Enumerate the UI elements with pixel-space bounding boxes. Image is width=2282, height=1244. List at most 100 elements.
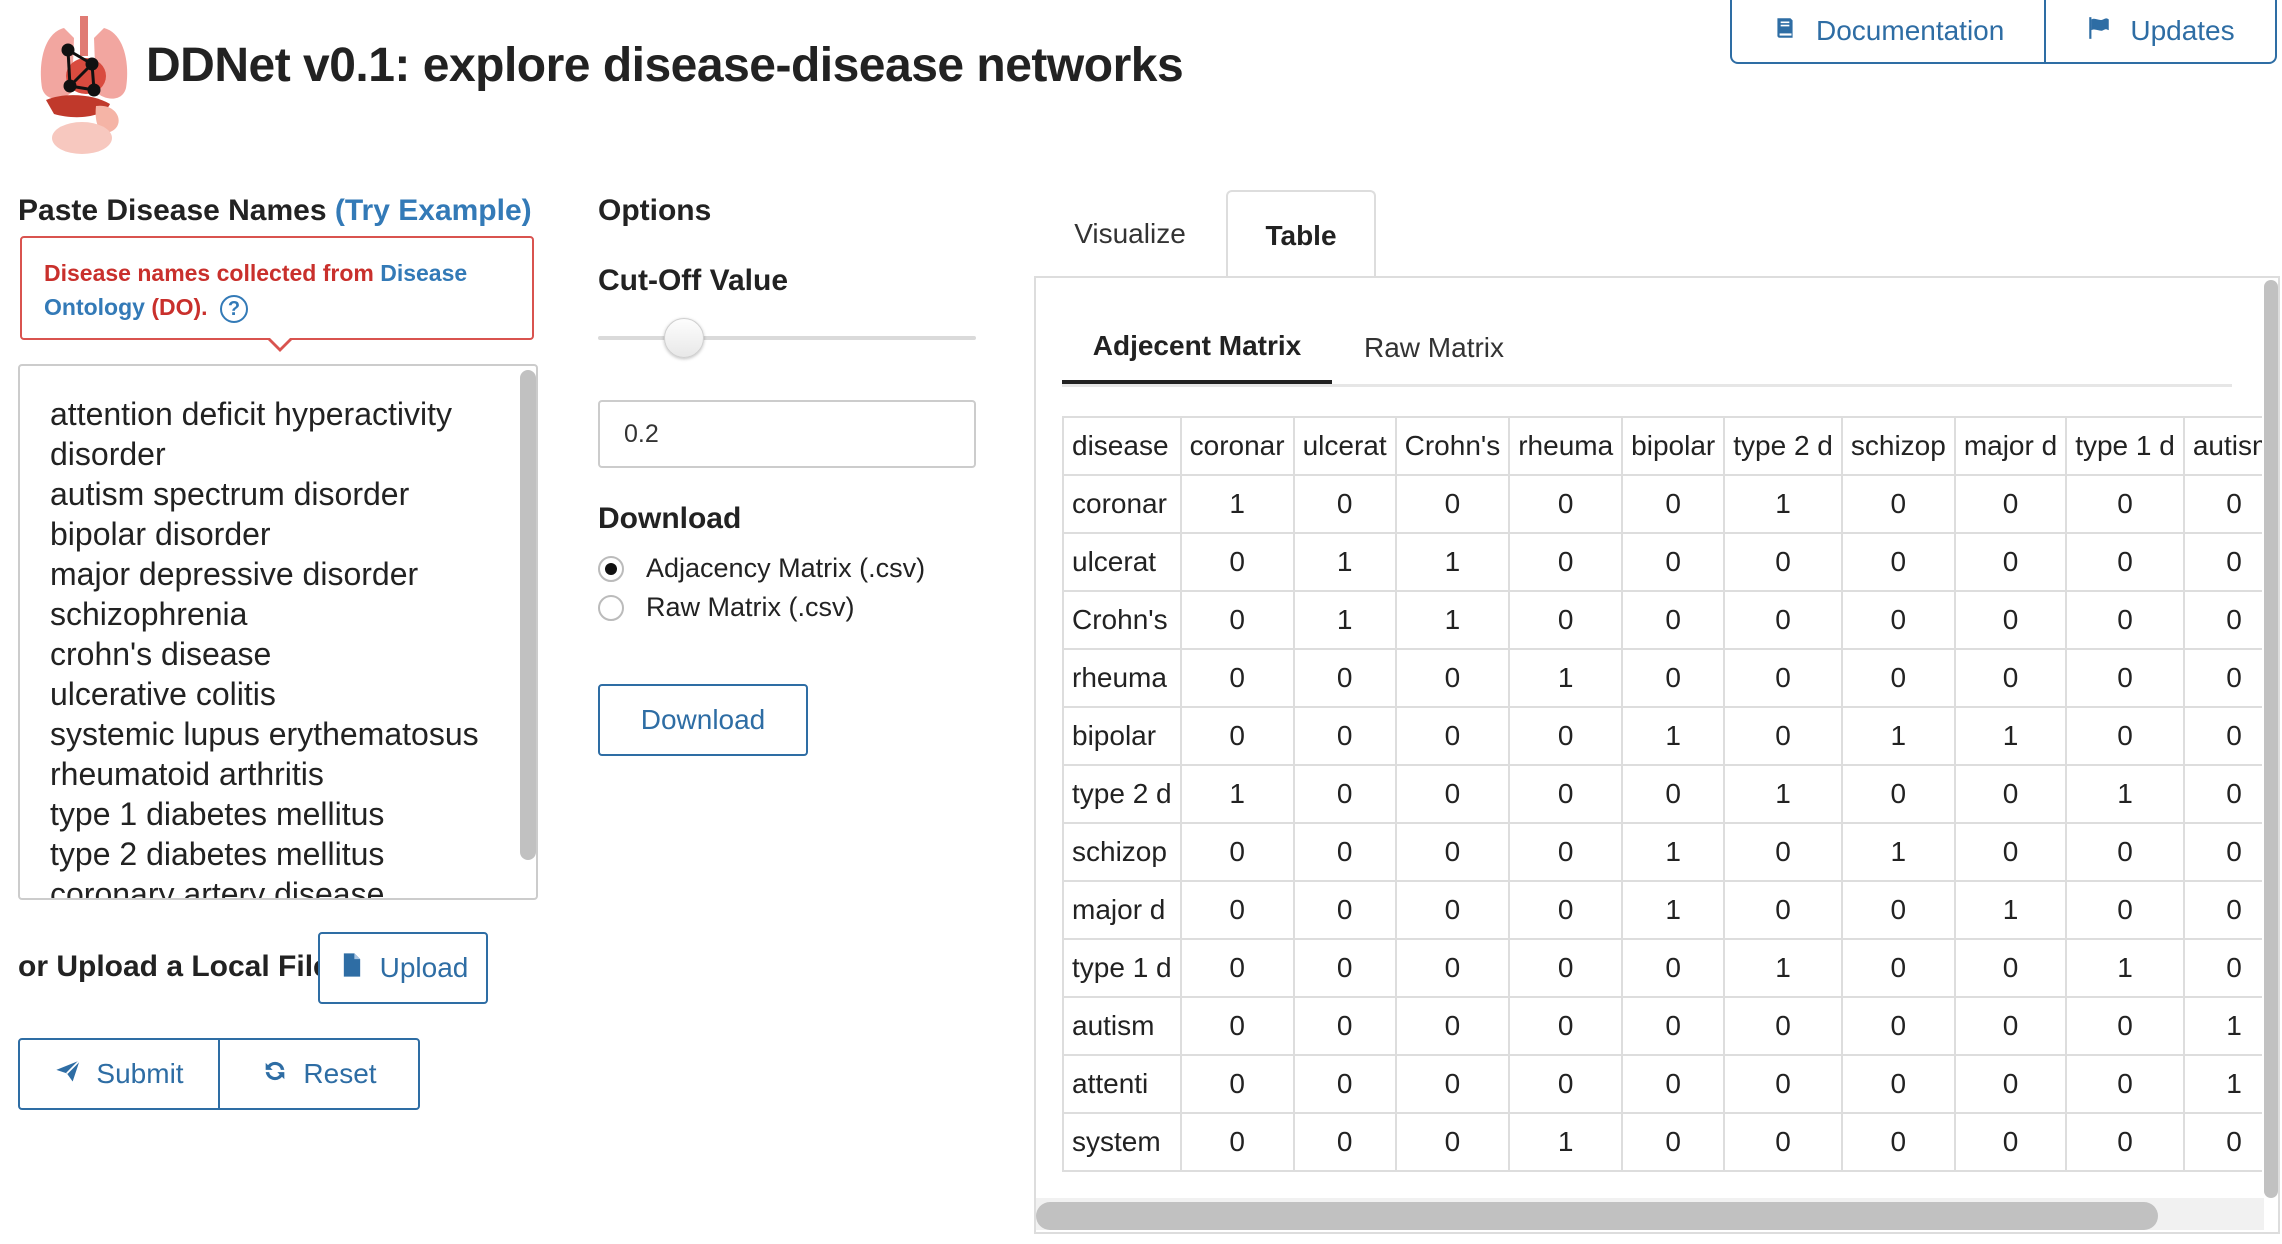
updates-button[interactable]: Updates <box>2044 0 2274 62</box>
disease-ontology-link-2[interactable]: Ontology <box>44 294 145 320</box>
matrix-cell: 0 <box>1292 996 1397 1056</box>
column-header[interactable]: disease <box>1062 416 1182 476</box>
row-label: ulcerat <box>1062 532 1182 592</box>
table-row: Crohn's01100000000 <box>1062 590 2262 650</box>
disease-line: disorder <box>50 436 166 472</box>
column-header[interactable]: Crohn's <box>1394 416 1511 476</box>
subtab-adjecent-matrix[interactable]: Adjecent Matrix <box>1062 312 1332 384</box>
matrix-cell: 0 <box>1621 764 1726 824</box>
row-label: autism <box>1062 996 1182 1056</box>
radio-button-checked[interactable] <box>598 555 624 582</box>
table-row: coronar10000100000 <box>1062 474 2262 534</box>
matrix-cell: 0 <box>1953 1054 2068 1114</box>
table-row: schizop00001010000 <box>1062 822 2262 882</box>
column-header[interactable]: autism <box>2182 416 2262 476</box>
column-header[interactable]: ulcerat <box>1292 416 1397 476</box>
matrix-cell: 0 <box>1394 706 1511 766</box>
row-label: rheuma <box>1062 648 1182 708</box>
matrix-cell: 0 <box>1840 590 1956 650</box>
cutoff-slider-handle[interactable] <box>664 318 704 358</box>
disease-names-textarea[interactable]: attention deficit hyperactivity disorder a… <box>18 364 538 900</box>
tab-visualize[interactable]: Visualize <box>1034 190 1226 278</box>
disease-ontology-link-1[interactable]: Disease <box>380 260 467 286</box>
matrix-cell: 0 <box>1723 532 1843 592</box>
paste-disease-names-label: Paste Disease Names (Try Example) <box>18 194 532 228</box>
documentation-button[interactable]: Documentation <box>1732 0 2044 62</box>
try-example-link[interactable]: (Try Example) <box>335 194 532 227</box>
matrix-cell: 0 <box>1508 938 1624 998</box>
reset-button[interactable]: Reset <box>218 1040 418 1108</box>
textarea-scrollbar[interactable] <box>520 370 536 860</box>
column-header[interactable]: type 1 d <box>2065 416 2185 476</box>
matrix-cell: 0 <box>1394 822 1511 882</box>
refresh-icon <box>261 1057 289 1092</box>
matrix-cell: 0 <box>1292 938 1397 998</box>
panel-vertical-scrollbar[interactable] <box>2264 280 2278 1198</box>
column-header[interactable]: schizop <box>1840 416 1956 476</box>
matrix-cell: 0 <box>2065 474 2185 534</box>
matrix-cell: 1 <box>1953 706 2068 766</box>
matrix-cell: 0 <box>1621 532 1726 592</box>
updates-label: Updates <box>2130 15 2235 46</box>
column-header[interactable]: major d <box>1953 416 2068 476</box>
submit-button[interactable]: Submit <box>20 1040 218 1108</box>
matrix-cell: 1 <box>1292 590 1397 650</box>
matrix-cell: 0 <box>1508 474 1624 534</box>
paper-plane-icon <box>54 1057 82 1092</box>
matrix-subtabs: Adjecent Matrix Raw Matrix <box>1062 312 2232 387</box>
matrix-cell: 0 <box>1179 1054 1295 1114</box>
panel-horizontal-scrollbar[interactable] <box>1036 1202 2158 1230</box>
help-icon[interactable]: ? <box>219 294 248 323</box>
matrix-cell: 0 <box>1723 880 1843 940</box>
matrix-cell: 0 <box>1723 996 1843 1056</box>
column-header[interactable]: type 2 d <box>1723 416 1843 476</box>
tab-table[interactable]: Table <box>1226 190 1376 280</box>
radio-raw-matrix[interactable]: Raw Matrix (.csv) <box>598 592 855 623</box>
matrix-cell: 1 <box>2065 938 2185 998</box>
paste-label-text: Paste Disease Names <box>18 194 327 227</box>
subtab-raw-matrix[interactable]: Raw Matrix <box>1364 312 1504 384</box>
matrix-cell: 0 <box>1621 474 1726 534</box>
column-header[interactable]: rheuma <box>1508 416 1624 476</box>
matrix-cell: 0 <box>1179 938 1295 998</box>
matrix-cell: 0 <box>1723 1112 1843 1172</box>
column-header[interactable]: coronar <box>1179 416 1295 476</box>
radio-button-unchecked[interactable] <box>598 594 624 621</box>
row-label: type 2 d <box>1062 764 1182 824</box>
matrix-cell: 1 <box>1723 764 1843 824</box>
download-button[interactable]: Download <box>598 684 808 756</box>
upload-button[interactable]: Upload <box>318 932 488 1004</box>
matrix-cell: 0 <box>1953 996 2068 1056</box>
reset-label: Reset <box>303 1058 377 1089</box>
matrix-cell: 0 <box>1508 532 1624 592</box>
matrix-cell: 0 <box>1621 938 1726 998</box>
radio-adjacency-matrix[interactable]: Adjacency Matrix (.csv) <box>598 553 925 584</box>
book-icon <box>1772 15 1798 48</box>
matrix-cell: 0 <box>1292 1112 1397 1172</box>
matrix-cell: 0 <box>1394 474 1511 534</box>
cutoff-value-input[interactable]: 0.2 <box>598 400 976 468</box>
matrix-cell: 0 <box>1292 474 1397 534</box>
matrix-cell: 0 <box>1953 474 2068 534</box>
matrix-cell: 1 <box>1953 880 2068 940</box>
matrix-cell: 1 <box>1394 532 1511 592</box>
row-label: major d <box>1062 880 1182 940</box>
cutoff-slider-track[interactable] <box>598 336 976 340</box>
table-header-row: disease coronar ulcerat Crohn's rheuma bipola… <box>1062 416 2262 476</box>
download-heading: Download <box>598 502 742 535</box>
matrix-cell: 0 <box>1621 996 1726 1056</box>
file-icon <box>338 951 366 986</box>
matrix-cell: 0 <box>1508 706 1624 766</box>
matrix-cell: 1 <box>1723 474 1843 534</box>
matrix-cell: 0 <box>1292 880 1397 940</box>
matrix-cell: 1 <box>1508 648 1624 708</box>
matrix-cell: 0 <box>1953 938 2068 998</box>
column-header[interactable]: bipolar <box>1621 416 1726 476</box>
table-row: type 2 d10000100100 <box>1062 764 2262 824</box>
matrix-cell: 0 <box>1508 880 1624 940</box>
matrix-cell: 0 <box>2182 474 2262 534</box>
matrix-cell: 0 <box>1179 880 1295 940</box>
matrix-cell: 1 <box>2182 996 2262 1056</box>
matrix-cell: 0 <box>2065 1054 2185 1114</box>
matrix-cell: 0 <box>1953 532 2068 592</box>
